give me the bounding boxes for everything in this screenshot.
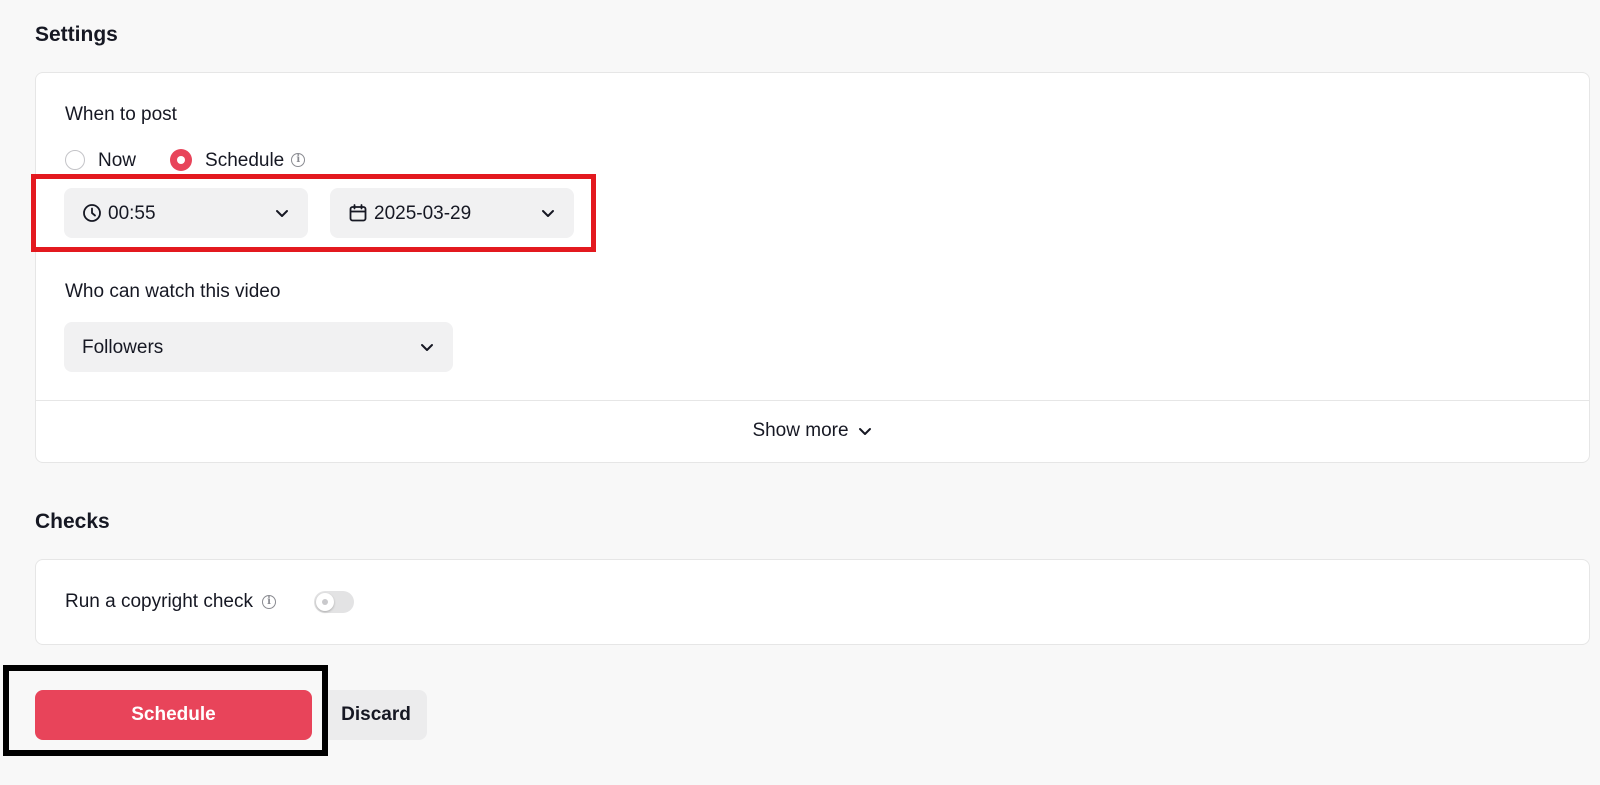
show-more-label: Show more <box>752 420 849 441</box>
copyright-check-row: Run a copyright check i <box>65 591 276 613</box>
radio-schedule-circle[interactable] <box>170 149 193 171</box>
visibility-value: Followers <box>82 336 164 358</box>
clock-icon <box>82 203 102 223</box>
settings-card: When to post Now Schedule i 00:55 2025-0… <box>35 72 1590 463</box>
chevron-down-icon <box>274 205 290 221</box>
upload-settings-page: Settings When to post Now Schedule i 00:… <box>0 0 1600 785</box>
time-select[interactable]: 00:55 <box>64 188 308 238</box>
date-select[interactable]: 2025-03-29 <box>330 188 574 238</box>
time-value: 00:55 <box>108 202 156 224</box>
toggle-knob <box>316 593 334 611</box>
who-can-watch-label: Who can watch this video <box>65 281 281 302</box>
radio-schedule-label: Schedule <box>205 149 285 171</box>
checks-section-title: Checks <box>35 510 110 533</box>
chevron-down-icon <box>857 423 873 439</box>
chevron-down-icon <box>540 205 556 221</box>
when-to-post-label: When to post <box>65 104 177 125</box>
checks-card: Run a copyright check i <box>35 559 1590 645</box>
radio-schedule[interactable]: Schedule i <box>170 149 306 171</box>
copyright-check-toggle[interactable] <box>314 591 354 613</box>
schedule-button[interactable]: Schedule <box>35 690 312 740</box>
date-value: 2025-03-29 <box>374 202 472 224</box>
copyright-check-label: Run a copyright check <box>65 591 253 612</box>
info-icon[interactable]: i <box>291 153 306 167</box>
visibility-select[interactable]: Followers <box>64 322 453 372</box>
show-more-button[interactable]: Show more <box>36 401 1589 461</box>
calendar-icon <box>348 203 368 223</box>
radio-now-circle[interactable] <box>65 150 85 170</box>
chevron-down-icon <box>419 339 435 355</box>
info-icon[interactable]: i <box>262 595 276 609</box>
discard-button[interactable]: Discard <box>325 690 427 740</box>
radio-now-label: Now <box>98 149 137 171</box>
radio-now[interactable]: Now <box>65 150 136 170</box>
when-to-post-radio-group: Now Schedule i <box>65 148 339 172</box>
settings-section-title: Settings <box>35 23 118 46</box>
